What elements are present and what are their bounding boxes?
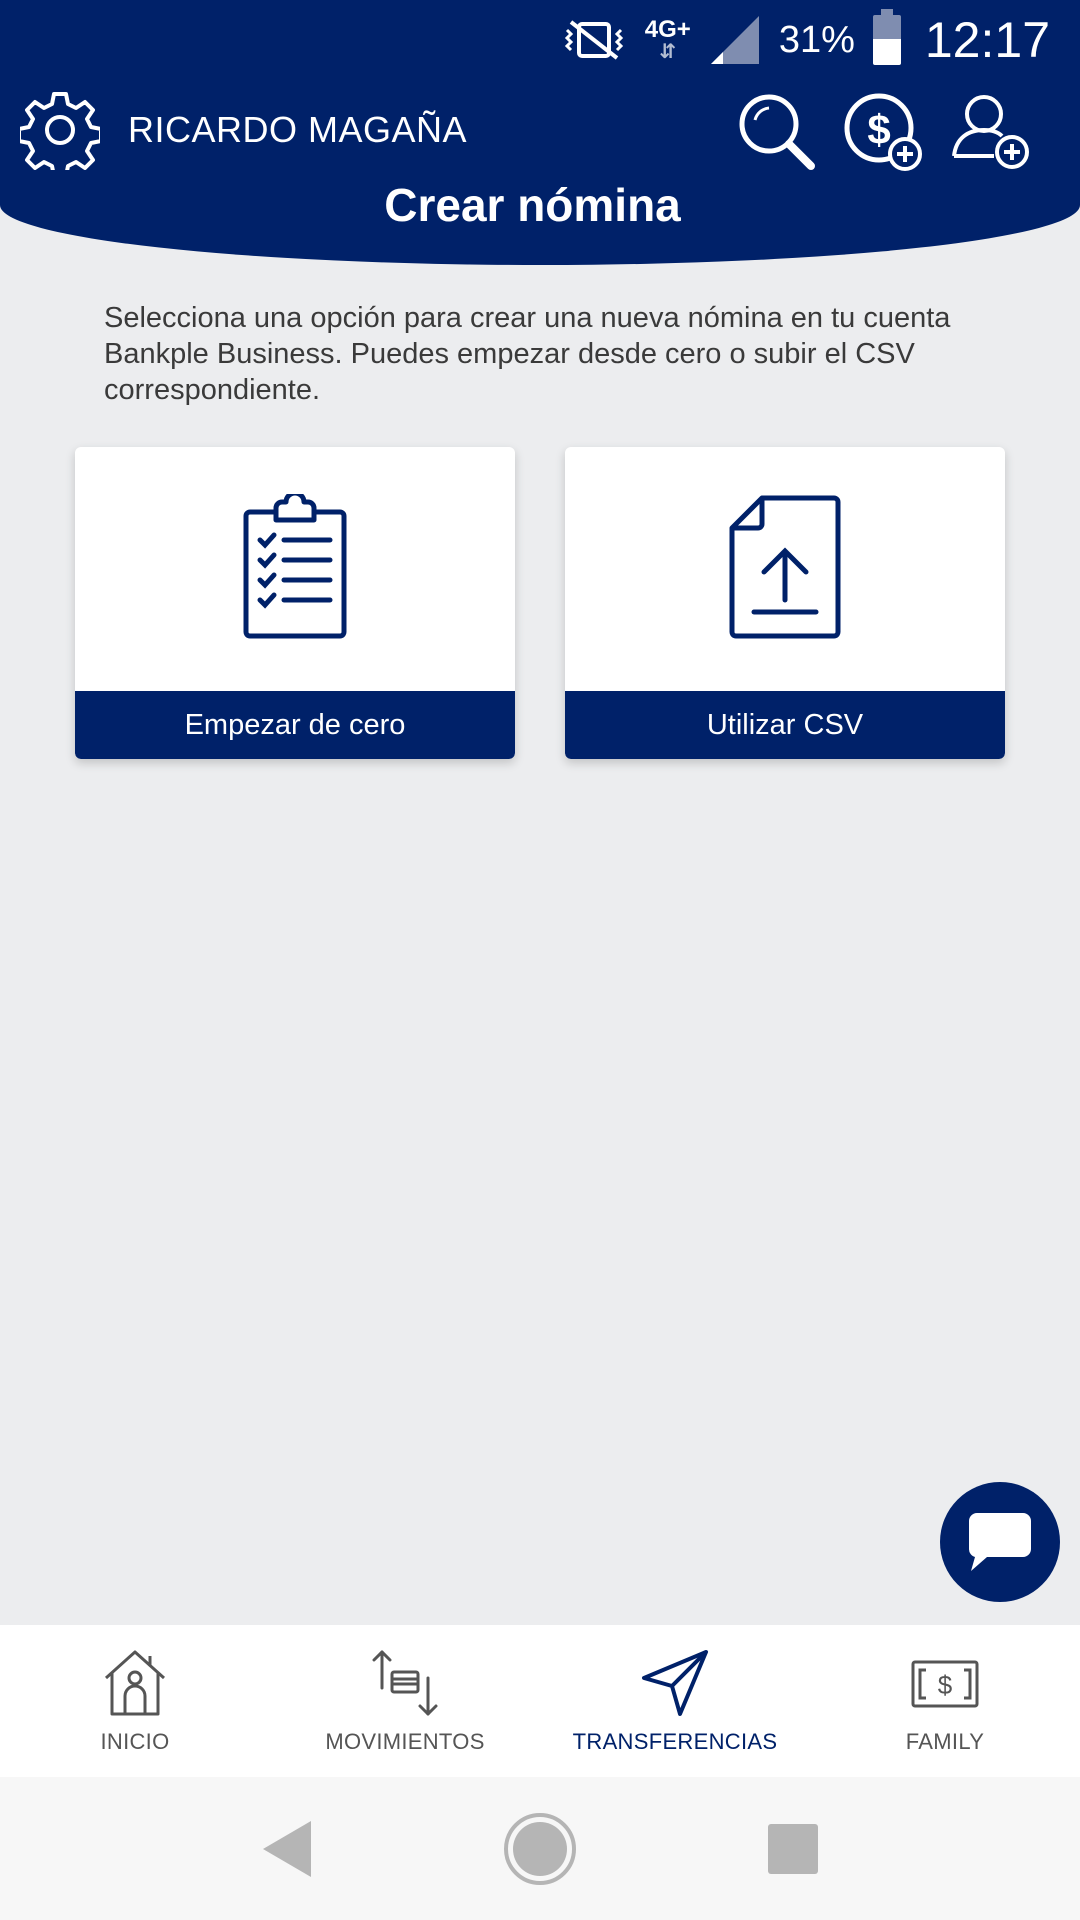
chat-bubble-icon: [968, 1513, 1031, 1571]
system-nav-bar: [0, 1777, 1080, 1920]
nav-label-inicio: INICIO: [100, 1729, 170, 1754]
nav-item-transferencias[interactable]: TRANSFERENCIAS: [540, 1625, 810, 1777]
system-home-button[interactable]: [495, 1804, 585, 1894]
transactions-icon: [370, 1647, 440, 1719]
chat-button[interactable]: [940, 1482, 1060, 1602]
add-money-icon: $: [844, 93, 922, 171]
vibrate-off-icon: [561, 18, 627, 62]
status-time: 12:17: [924, 12, 1050, 68]
file-upload-icon: [565, 487, 1005, 647]
app-header: 4G+ ⇵ 31% 12:17 RICARDO MAGAÑA $ Crear n…: [0, 0, 1080, 265]
nav-item-family[interactable]: $ FAMILY: [810, 1625, 1080, 1777]
add-money-button[interactable]: $: [843, 90, 925, 172]
search-icon: [739, 94, 815, 170]
start-from-scratch-button[interactable]: Empezar de cero: [75, 691, 515, 759]
top-bar: RICARDO MAGAÑA $: [0, 85, 1080, 180]
nav-item-inicio[interactable]: INICIO: [0, 1625, 270, 1777]
recents-icon: [768, 1823, 819, 1874]
network-type-label: 4G+: [644, 16, 691, 43]
data-arrows-icon: ⇵: [659, 41, 677, 63]
add-user-icon: [952, 95, 1029, 169]
search-button[interactable]: [735, 90, 817, 172]
nav-item-movimientos[interactable]: MOVIMIENTOS: [270, 1625, 540, 1777]
use-csv-card[interactable]: Utilizar CSV: [565, 447, 1005, 759]
nav-label-transferencias: TRANSFERENCIAS: [572, 1729, 778, 1754]
network-indicator: 4G+ ⇵: [644, 16, 691, 63]
home-circle-icon: [503, 1812, 576, 1885]
system-recents-button[interactable]: [748, 1804, 838, 1894]
status-bar: 4G+ ⇵ 31% 12:17: [0, 0, 1080, 80]
clipboard-checklist-icon: [75, 487, 515, 647]
start-from-scratch-card[interactable]: Empezar de cero: [75, 447, 515, 759]
gear-icon: [20, 92, 100, 170]
user-name: RICARDO MAGAÑA: [128, 109, 468, 150]
battery-percentage: 31%: [778, 18, 855, 61]
intro-text: Selecciona una opción para crear una nue…: [104, 302, 951, 406]
use-csv-button[interactable]: Utilizar CSV: [565, 691, 1005, 759]
battery-icon: [872, 9, 901, 65]
svg-text:$: $: [938, 1670, 953, 1700]
svg-text:$: $: [867, 106, 890, 153]
settings-button[interactable]: [20, 90, 100, 170]
back-icon: [262, 1820, 311, 1877]
bottom-nav: INICIO MOVIMIENTOS TRANSFERENCIAS $ FAMI…: [0, 1625, 1080, 1777]
system-back-button[interactable]: [242, 1804, 332, 1894]
signal-icon: [709, 14, 761, 66]
money-bill-icon: $: [910, 1647, 980, 1719]
nav-label-movimientos: MOVIMIENTOS: [325, 1729, 485, 1754]
paper-plane-icon: [640, 1647, 710, 1719]
add-user-button[interactable]: [950, 90, 1032, 172]
nav-label-family: FAMILY: [905, 1729, 985, 1754]
page-title: Crear nómina: [384, 179, 681, 231]
home-icon: [100, 1647, 170, 1719]
